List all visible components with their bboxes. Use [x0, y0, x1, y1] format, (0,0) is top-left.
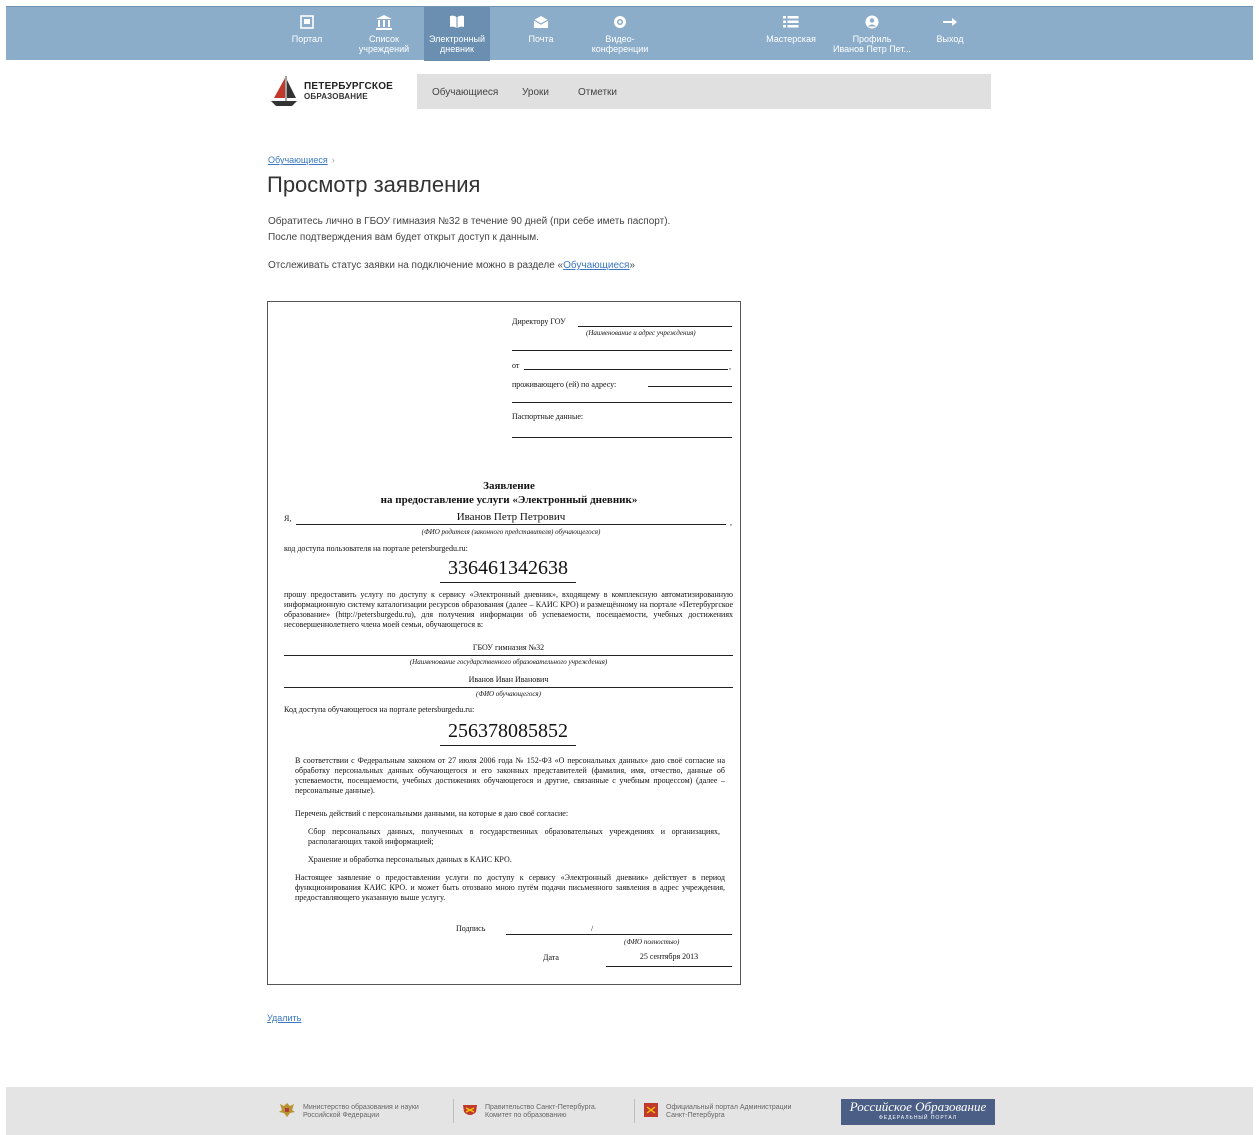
logo-line1: ПЕТЕРБУРГСКОЕ — [304, 81, 394, 92]
footer: Министерство образования и науки Российс… — [6, 1087, 1253, 1135]
doc-item2: Хранение и обработка персональных данных… — [308, 855, 512, 864]
nav-item-profile[interactable]: Профиль Иванов Петр Пет... — [830, 7, 914, 61]
breadcrumb-separator: › — [331, 155, 335, 165]
doc-parent-hint: (ФИО родителя (законного представителя) … — [421, 528, 601, 536]
site-logo[interactable]: ПЕТЕРБУРГСКОЕ ОБРАЗОВАНИЕ — [268, 74, 418, 110]
info-line1: Обратитесь лично в ГБОУ гимназия №32 в т… — [268, 216, 671, 227]
doc-student-hint: (ФИО обучающегося) — [475, 690, 542, 698]
doc-code2-label: Код доступа обучающегося на портале pete… — [284, 705, 475, 714]
doc-comma2: , — [730, 518, 732, 527]
section-tabs: Обучающиеся Уроки Отметки — [417, 74, 991, 109]
doc-school-hint: (Наименование государственного образоват… — [409, 658, 608, 666]
doc-title1: Заявление — [483, 480, 535, 492]
breadcrumb: Обучающиеся › — [268, 155, 335, 165]
nav-label: Мастерская — [766, 34, 816, 44]
doc-passport: Паспортные данные: — [512, 412, 584, 421]
doc-slash: / — [591, 924, 594, 933]
doc-para3: Перечень действий с персональными данным… — [295, 809, 569, 818]
russia-emblem-icon — [279, 1103, 295, 1117]
doc-ya: Я, — [284, 514, 292, 523]
profile-icon — [830, 15, 914, 31]
nav-item-portal[interactable]: Портал — [279, 7, 335, 61]
portal-icon — [279, 15, 335, 31]
nav-item-mail[interactable]: Почта — [506, 7, 576, 61]
spb-portal-icon — [644, 1103, 658, 1117]
doc-para4: Настоящее заявление о предоставлении усл… — [295, 873, 725, 902]
top-nav: Портал Список учреждений Электронный дне… — [6, 6, 1253, 61]
doc-para2: В соответствии с Федеральным законом от … — [295, 756, 725, 795]
doc-code-label: код доступа пользователя на портале pete… — [284, 544, 468, 553]
doc-code1: 336461342638 — [448, 557, 568, 579]
tab-grades[interactable]: Отметки — [578, 87, 617, 98]
nav-label: Профиль Иванов Петр Пет... — [832, 34, 912, 54]
application-document: Директору ГОУ (Наименование и адрес учре… — [267, 301, 741, 985]
footer-admin-portal[interactable]: Официальный портал Администрации Санкт-П… — [666, 1104, 791, 1120]
breadcrumb-link-students[interactable]: Обучающиеся — [268, 155, 328, 165]
footer-ministry[interactable]: Министерство образования и науки Российс… — [303, 1104, 419, 1120]
doc-item1: Сбор персональных данных, полученных в г… — [308, 827, 720, 846]
doc-date: 25 сентября 2013 — [639, 952, 699, 961]
footer-government[interactable]: Правительство Санкт-Петербурга. Комитет … — [485, 1104, 597, 1120]
nav-label: Электронный дневник — [428, 34, 486, 54]
nav-label: Видео- конференции — [591, 34, 649, 54]
list-icon — [758, 15, 824, 31]
exit-icon — [924, 15, 976, 31]
doc-code2: 256378085852 — [448, 720, 568, 742]
doc-from: от — [512, 361, 520, 370]
info-text: Обратитесь лично в ГБОУ гимназия №32 в т… — [268, 214, 670, 246]
doc-sign-label: Подпись — [456, 924, 486, 933]
nav-label: Почта — [528, 34, 554, 44]
page-title: Просмотр заявления — [267, 172, 481, 197]
nav-item-diary[interactable]: Электронный дневник — [424, 7, 490, 61]
nav-item-video[interactable]: Видео- конференции — [582, 7, 658, 61]
book-icon — [424, 15, 490, 31]
video-icon — [582, 15, 658, 31]
doc-comma: , — [729, 362, 731, 371]
banner-title: Российское Образование — [849, 1099, 987, 1114]
status-prefix: Отслеживать статус заявки на подключение… — [268, 260, 564, 271]
status-text: Отслеживать статус заявки на подключение… — [268, 260, 635, 271]
institution-icon — [344, 15, 424, 31]
nav-item-exit[interactable]: Выход — [924, 7, 976, 61]
nav-label: Портал — [291, 34, 323, 44]
mail-icon — [506, 15, 576, 31]
tab-lessons[interactable]: Уроки — [522, 87, 549, 98]
nav-item-workshop[interactable]: Мастерская — [758, 7, 824, 61]
nav-label: Выход — [936, 34, 964, 44]
doc-address: проживающего (ей) по адресу: — [512, 380, 617, 389]
delete-link[interactable]: Удалить — [267, 1013, 301, 1023]
russian-education-banner[interactable]: Российское Образование ФЕДЕРАЛЬНЫЙ ПОРТА… — [841, 1099, 995, 1125]
spb-emblem-icon — [463, 1105, 477, 1115]
info-line2: После подтверждения вам будет открыт дос… — [268, 232, 539, 243]
doc-fio-hint: (ФИО полностью) — [624, 938, 680, 946]
status-link-students[interactable]: Обучающиеся — [563, 260, 629, 271]
nav-item-institutions[interactable]: Список учреждений — [344, 7, 424, 61]
nav-label: Список учреждений — [358, 34, 410, 54]
status-suffix: » — [629, 260, 636, 271]
ship-logo-icon — [271, 76, 297, 106]
doc-student: Иванов Иван Иванович — [468, 675, 549, 684]
logo-line2: ОБРАЗОВАНИЕ — [304, 92, 368, 101]
doc-para1: прошу предоставить услугу по доступу к с… — [284, 590, 733, 629]
doc-date-label: Дата — [543, 953, 559, 962]
tab-students[interactable]: Обучающиеся — [432, 87, 498, 98]
doc-school: ГБОУ гимназия №32 — [472, 643, 545, 652]
doc-parent-name: Иванов Петр Петрович — [456, 511, 566, 523]
doc-title2: на предоставление услуги «Электронный дн… — [380, 494, 638, 506]
banner-subtitle: ФЕДЕРАЛЬНЫЙ ПОРТАЛ — [878, 1115, 958, 1121]
doc-director: Директору ГОУ — [512, 317, 566, 326]
doc-inst-hint: (Наименование и адрес учреждения) — [586, 329, 696, 337]
